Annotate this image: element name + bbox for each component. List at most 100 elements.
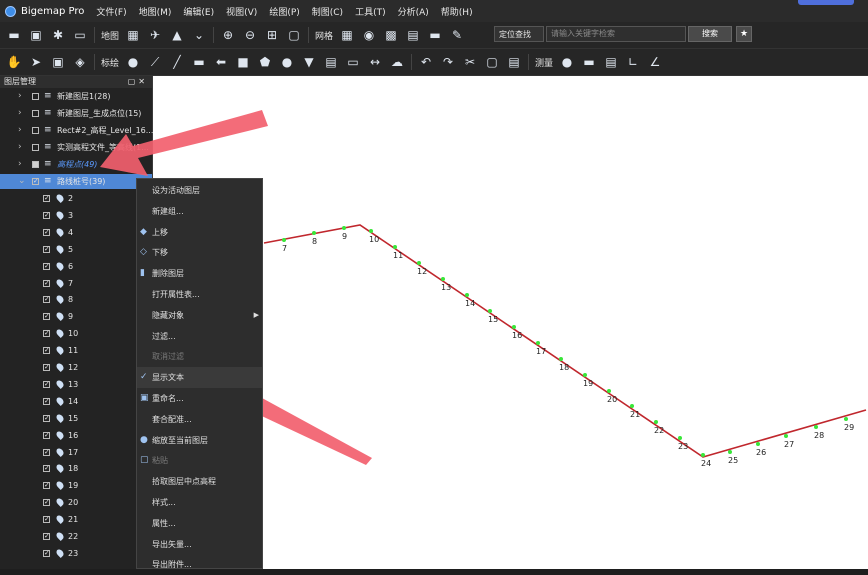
point-checkbox[interactable] xyxy=(43,242,50,257)
point-row[interactable]: 10 xyxy=(0,326,152,341)
window-controls[interactable] xyxy=(798,0,854,5)
triangle-icon[interactable]: ▼ xyxy=(301,54,317,70)
point-checkbox[interactable] xyxy=(43,377,50,392)
settings-icon[interactable]: ✱ xyxy=(50,27,66,43)
point-checkbox[interactable] xyxy=(43,276,50,291)
menu-edit[interactable]: 编辑(E) xyxy=(183,5,214,18)
point-checkbox[interactable] xyxy=(43,478,50,493)
point-checkbox[interactable] xyxy=(43,360,50,375)
point-checkbox[interactable] xyxy=(43,208,50,223)
globe-icon[interactable]: ◉ xyxy=(361,27,377,43)
search-input[interactable]: 请输入关键字检索 xyxy=(546,26,686,42)
point-checkbox[interactable] xyxy=(43,326,50,341)
point-checkbox[interactable] xyxy=(43,225,50,240)
image-icon[interactable]: ▬ xyxy=(427,27,443,43)
expand-chevron-icon[interactable]: › xyxy=(18,157,22,172)
menu-analysis[interactable]: 分析(A) xyxy=(398,5,429,18)
distance-arrow-icon[interactable]: ↔ xyxy=(367,54,383,70)
line-icon[interactable]: ╱ xyxy=(169,54,185,70)
menu-view[interactable]: 视图(V) xyxy=(226,5,257,18)
search-button[interactable]: 搜索 xyxy=(688,26,732,42)
layer-row[interactable]: › ≡ Rect#2_高程_Level_16... xyxy=(0,123,153,138)
rectangle-shape-icon[interactable]: ▬ xyxy=(191,54,207,70)
menu-help[interactable]: 帮助(H) xyxy=(441,5,473,18)
context-menu-item[interactable]: 导出矢量... xyxy=(137,534,262,555)
layer-checkbox[interactable] xyxy=(32,161,39,168)
grid-label[interactable]: 网格 xyxy=(315,29,333,42)
context-menu-item[interactable]: 设为活动图层 xyxy=(137,180,262,201)
area-icon[interactable]: ▤ xyxy=(603,54,619,70)
point-checkbox[interactable] xyxy=(43,529,50,544)
copy-icon[interactable]: ▢ xyxy=(484,54,500,70)
redo-icon[interactable]: ↷ xyxy=(440,54,456,70)
context-menu-item[interactable]: ● 缩放至当前图层 xyxy=(137,430,262,451)
layer-row[interactable]: › ≡ 新建图层1(28) xyxy=(0,89,152,104)
full-extent-icon[interactable]: ▢ xyxy=(286,27,302,43)
undo-icon[interactable]: ↶ xyxy=(418,54,434,70)
expand-chevron-icon[interactable]: › xyxy=(18,123,22,138)
zoom-out-icon[interactable]: ⊖ xyxy=(242,27,258,43)
context-menu-item[interactable]: 隐藏对象 ▶ xyxy=(137,305,262,326)
point-row[interactable]: 3 xyxy=(0,208,152,223)
layer-checkbox[interactable] xyxy=(32,144,39,151)
marker-icon[interactable]: ● xyxy=(125,54,141,70)
zoom-extent-icon[interactable]: ⊞ xyxy=(264,27,280,43)
point-row[interactable]: 15 xyxy=(0,411,152,426)
locate-dropdown[interactable]: 定位查找 xyxy=(494,26,544,42)
point-row[interactable]: 11 xyxy=(0,343,152,358)
select-box-icon[interactable]: ▣ xyxy=(50,54,66,70)
dropdown-chevron-icon[interactable]: ⌄ xyxy=(191,27,207,43)
point-row[interactable]: 20 xyxy=(0,495,152,510)
map-label[interactable]: 地图 xyxy=(101,29,119,42)
terrain-icon[interactable]: ▲ xyxy=(169,27,185,43)
point-checkbox[interactable] xyxy=(43,309,50,324)
context-menu-item[interactable]: 导出附件... xyxy=(137,554,262,575)
point-checkbox[interactable] xyxy=(43,394,50,409)
pan-hand-icon[interactable]: ✋ xyxy=(6,54,22,70)
menu-map[interactable]: 地图(M) xyxy=(139,5,172,18)
scissors-icon[interactable]: ✂ xyxy=(462,54,478,70)
panel-buttons[interactable]: ▢✕ xyxy=(128,76,148,88)
point-checkbox[interactable] xyxy=(43,461,50,476)
point-checkbox[interactable] xyxy=(43,546,50,561)
layer-row[interactable]: ⌄ ≡ 路线桩号(39) xyxy=(0,174,152,189)
person-icon[interactable]: ● xyxy=(559,54,575,70)
layer-checkbox[interactable] xyxy=(32,93,39,100)
point-row[interactable]: 5 xyxy=(0,242,152,257)
annotate-label[interactable]: 标绘 xyxy=(101,56,119,69)
point-row[interactable]: 19 xyxy=(0,478,152,493)
pentagon-icon[interactable]: ⬟ xyxy=(257,54,273,70)
point-row[interactable]: 23 xyxy=(0,546,152,561)
context-menu-item[interactable]: ◆ 上移 xyxy=(137,222,262,243)
point-row[interactable]: 16 xyxy=(0,428,152,443)
context-menu-item[interactable]: 新建组... xyxy=(137,201,262,222)
grid-icon[interactable]: ▦ xyxy=(339,27,355,43)
point-checkbox[interactable] xyxy=(43,428,50,443)
context-menu-item[interactable]: 打开属性表... xyxy=(137,284,262,305)
context-menu-item[interactable]: ▣ 重命名... xyxy=(137,388,262,409)
context-menu-item[interactable]: 属性... xyxy=(137,513,262,534)
point-row[interactable]: 12 xyxy=(0,360,152,375)
layer-row[interactable]: › ≡ 新建图层_生成点位(15) xyxy=(0,106,152,121)
favorite-star-icon[interactable]: ★ xyxy=(736,26,752,42)
ruler-icon[interactable]: ▬ xyxy=(581,54,597,70)
callout-icon[interactable]: ▭ xyxy=(345,54,361,70)
context-menu-item[interactable]: 样式... xyxy=(137,492,262,513)
arrow-shape-icon[interactable]: ⬅ xyxy=(213,54,229,70)
context-menu-item[interactable]: 拾取图层中点高程 xyxy=(137,471,262,492)
world-map-icon[interactable]: ✈ xyxy=(147,27,163,43)
grid-overlay-icon[interactable]: ▤ xyxy=(405,27,421,43)
point-checkbox[interactable] xyxy=(43,495,50,510)
point-row[interactable]: 4 xyxy=(0,225,152,240)
menu-cartography[interactable]: 制图(C) xyxy=(312,5,343,18)
expand-chevron-icon[interactable]: › xyxy=(18,89,22,104)
expand-chevron-icon[interactable]: › xyxy=(18,140,22,155)
point-row[interactable]: 2 xyxy=(0,191,152,206)
map-source-icon[interactable]: ▦ xyxy=(125,27,141,43)
point-checkbox[interactable] xyxy=(43,512,50,527)
context-menu-item[interactable]: ▮ 删除图层 xyxy=(137,263,262,284)
collapse-chevron-icon[interactable]: ⌄ xyxy=(18,174,26,189)
point-checkbox[interactable] xyxy=(43,343,50,358)
menu-tools[interactable]: 工具(T) xyxy=(355,5,386,18)
context-menu-item[interactable]: ◇ 下移 xyxy=(137,242,262,263)
